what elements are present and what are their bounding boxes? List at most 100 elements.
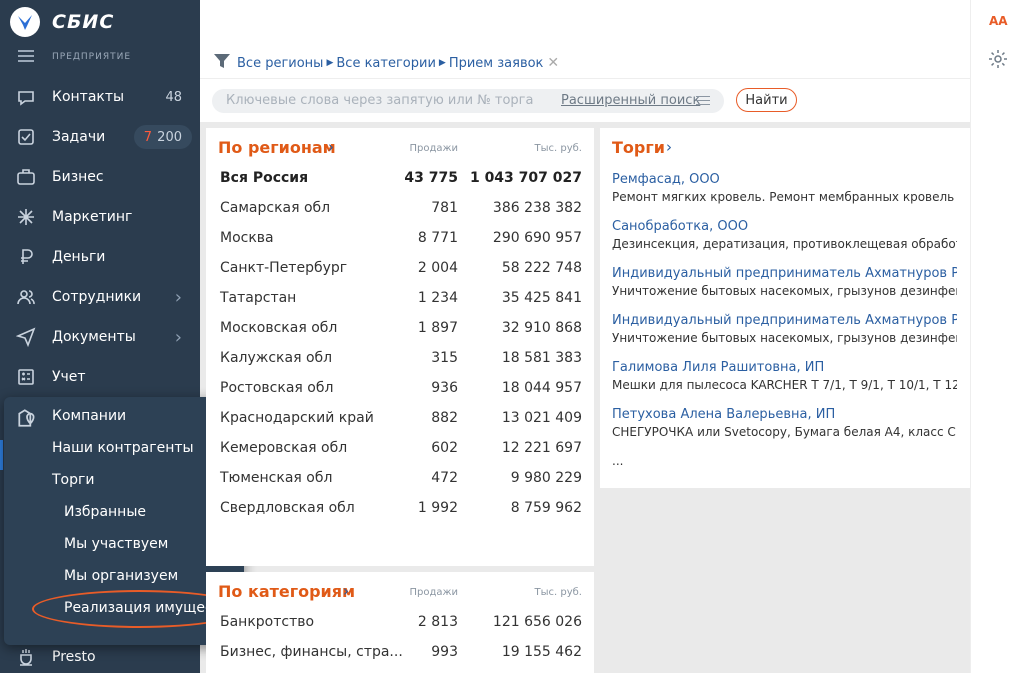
advanced-search-link[interactable]: Расширенный поиск [561, 93, 700, 108]
list-item[interactable]: Индивидуальный предприниматель Ахматнуро… [612, 313, 957, 345]
submenu-item-trades[interactable]: Торги [52, 472, 94, 488]
brand-name: СБИС [52, 11, 115, 33]
sidebar-item-label: Presto [52, 649, 96, 665]
tasks-icon [14, 125, 38, 149]
row-sales: 781 [431, 200, 458, 216]
table-row[interactable]: Санкт-Петербург 2 004 58 222 748 [206, 260, 594, 290]
row-sales: 882 [431, 410, 458, 426]
sidebar-item-money[interactable]: Деньги [0, 237, 200, 277]
companies-icon [16, 407, 38, 433]
triangle-right-icon: ▶ [438, 58, 446, 68]
table-row[interactable]: Кемеровская обл 602 12 221 697 [206, 440, 594, 470]
table-row[interactable]: Тюменская обл 472 9 980 229 [206, 470, 594, 500]
find-button[interactable]: Найти [736, 88, 797, 112]
row-sales: 1 992 [417, 500, 458, 516]
sidebar-item-accounting[interactable]: Учет [0, 357, 200, 397]
search-input[interactable]: Ключевые слова через запятую или № торга… [212, 89, 724, 113]
row-name: Санкт-Петербург [220, 260, 348, 276]
row-sum: 18 044 957 [501, 380, 582, 396]
list-menu-icon[interactable] [696, 96, 710, 108]
sidebar-item-documents[interactable]: Документы › [0, 317, 200, 357]
sidebar-item-business[interactable]: Бизнес [0, 157, 200, 197]
categories-title[interactable]: По категориям [218, 582, 355, 601]
table-row[interactable]: Банкротство 2 813 121 656 026 [206, 614, 594, 644]
chevron-right-icon[interactable]: › [175, 287, 182, 308]
trade-company-link[interactable]: Индивидуальный предприниматель Ахматнуро… [612, 266, 957, 281]
table-row[interactable]: Самарская обл 781 386 238 382 [206, 200, 594, 230]
filter-status[interactable]: Прием заявок [449, 56, 544, 71]
trades-title[interactable]: Торги [612, 138, 665, 157]
regions-title[interactable]: По регионам [218, 138, 336, 157]
regions-panel: По регионам › Продажи Тыс. руб. Вся Росс… [206, 128, 594, 566]
chevron-right-icon[interactable]: › [175, 327, 182, 348]
table-row[interactable]: Краснодарский край 882 13 021 409 [206, 410, 594, 440]
chevron-right-icon[interactable]: › [343, 582, 349, 600]
list-item[interactable]: Галимова Лиля Рашитовна, ИП Мешки для пыл… [612, 360, 957, 392]
active-indicator [0, 440, 3, 470]
row-name: Самарская обл [220, 200, 331, 216]
table-row[interactable]: Московская обл 1 897 32 910 868 [206, 320, 594, 350]
tasks-count: 200 [157, 129, 182, 145]
row-sum: 386 238 382 [492, 200, 582, 216]
table-row[interactable]: Бизнес, финансы, стра... 993 19 155 462 [206, 644, 594, 673]
documents-icon [14, 325, 38, 349]
table-row[interactable]: Ростовская обл 936 18 044 957 [206, 380, 594, 410]
row-name: Свердловская обл [220, 500, 355, 516]
employees-icon [14, 285, 38, 309]
org-label: ПРЕДПРИЯТИЕ [52, 52, 132, 62]
row-sales: 2 004 [417, 260, 458, 276]
menu-icon[interactable] [18, 50, 34, 64]
gear-icon[interactable] [988, 49, 1008, 73]
col-sum: Тыс. руб. [534, 587, 582, 598]
row-sales: 602 [431, 440, 458, 456]
table-row[interactable]: Калужская обл 315 18 581 383 [206, 350, 594, 380]
trade-company-link[interactable]: Петухова Алена Валерьевна, ИП [612, 407, 957, 422]
accounting-icon [14, 365, 38, 389]
list-item[interactable]: Ремфасад, ООО Ремонт мягких кровель. Ремо… [612, 172, 957, 204]
filter-icon[interactable] [214, 54, 230, 72]
row-sales: 993 [431, 644, 458, 660]
row-name: Московская обл [220, 320, 338, 336]
submenu-item-we-organize[interactable]: Мы организуем [64, 568, 178, 584]
row-sales: 43 775 [404, 170, 458, 186]
table-row[interactable]: Свердловская обл 1 992 8 759 962 [206, 500, 594, 530]
filter-category[interactable]: Все категории [336, 56, 436, 71]
trade-company-link[interactable]: Санобработка, ООО [612, 219, 957, 234]
col-sales: Продажи [409, 587, 458, 598]
right-toolbar: AA [970, 0, 1024, 673]
table-row[interactable]: Татарстан 1 234 35 425 841 [206, 290, 594, 320]
row-sum: 12 221 697 [501, 440, 582, 456]
trade-company-link[interactable]: Индивидуальный предприниматель Ахматнуро… [612, 313, 957, 328]
row-sum: 18 581 383 [501, 350, 582, 366]
list-item[interactable]: Индивидуальный предприниматель Ахматнуро… [612, 266, 957, 298]
presto-icon [14, 645, 38, 669]
row-name: Москва [220, 230, 274, 246]
trade-description: Мешки для пылесоса KARCHER T 7/1, T 9/1,… [612, 378, 957, 392]
clear-filter-icon[interactable]: ✕ [547, 55, 559, 71]
submenu-item-favorites[interactable]: Избранные [64, 504, 146, 520]
chevron-right-icon[interactable]: › [666, 138, 672, 156]
table-row[interactable]: Москва 8 771 290 690 957 [206, 230, 594, 260]
row-name: Банкротство [220, 614, 315, 630]
sidebar-item-employees[interactable]: Сотрудники › [0, 277, 200, 317]
sidebar-item-tasks[interactable]: Задачи 7 200 [0, 117, 200, 157]
row-sum: 19 155 462 [501, 644, 582, 660]
submenu-item-we-participate[interactable]: Мы участвуем [64, 536, 168, 552]
row-sales: 2 813 [417, 614, 458, 630]
sidebar-item-contacts[interactable]: Контакты 48 [0, 77, 200, 117]
row-sum: 58 222 748 [501, 260, 582, 276]
row-sum: 32 910 868 [501, 320, 582, 336]
filter-region[interactable]: Все регионы [237, 56, 323, 71]
trade-company-link[interactable]: Ремфасад, ООО [612, 172, 957, 187]
trade-company-link[interactable]: Галимова Лиля Рашитовна, ИП [612, 360, 957, 375]
chevron-right-icon[interactable]: › [328, 138, 334, 156]
list-item[interactable]: Петухова Алена Валерьевна, ИП СНЕГУРОЧКА … [612, 407, 957, 439]
submenu-item-our-contractors[interactable]: Наши контрагенты [52, 440, 194, 456]
sidebar-item-marketing[interactable]: Маркетинг [0, 197, 200, 237]
submenu-title-companies[interactable]: Компании [52, 408, 126, 424]
font-size-icon[interactable]: AA [989, 14, 1008, 28]
trade-description: Уничтожение бытовых насекомых, грызунов … [612, 284, 957, 298]
table-row[interactable]: Вся Россия 43 775 1 043 707 027 [206, 170, 594, 200]
list-item[interactable]: Санобработка, ООО Дезинсекция, дератизаци… [612, 219, 957, 251]
logo[interactable]: СБИС [10, 6, 114, 38]
